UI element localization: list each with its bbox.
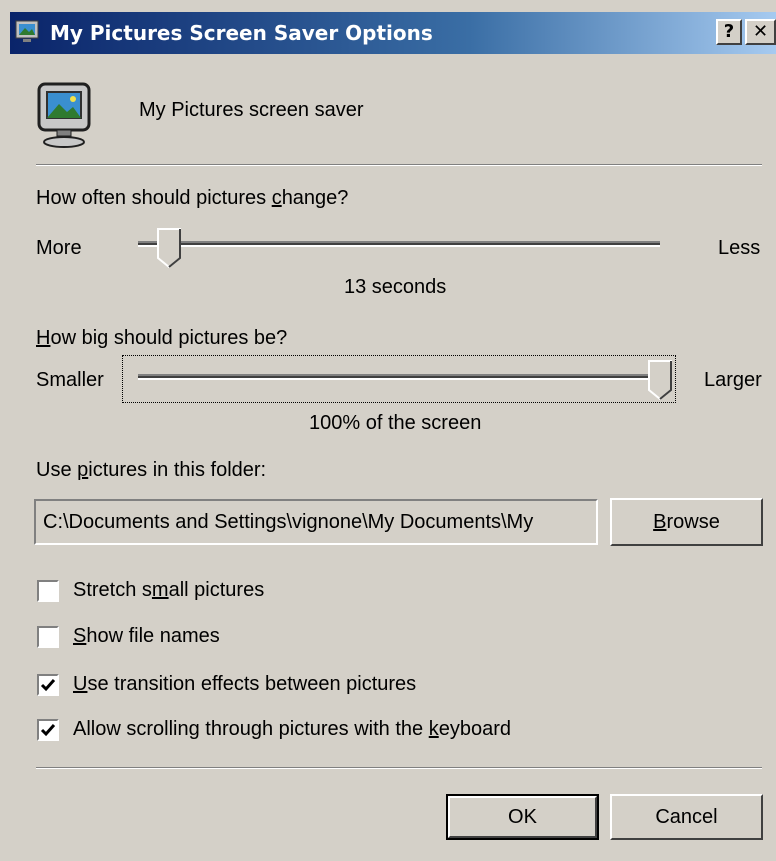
checkmark-icon <box>40 679 56 692</box>
monitor-pictures-icon <box>15 20 39 42</box>
folder-path-field[interactable]: C:\Documents and Settings\vignone\My Doc… <box>34 499 598 545</box>
help-icon: ? <box>723 21 735 42</box>
change-slider-track[interactable] <box>138 241 660 247</box>
ok-button[interactable]: OK <box>446 794 599 840</box>
checkbox[interactable] <box>37 580 59 602</box>
close-button[interactable]: ✕ <box>745 19 776 45</box>
window-title: My Pictures Screen Saver Options <box>50 21 433 45</box>
size-question: How big should pictures be? <box>36 327 288 349</box>
change-slider-thumb[interactable] <box>157 228 182 268</box>
checkbox[interactable] <box>37 719 59 741</box>
screensaver-monitor-icon <box>37 82 91 148</box>
separator <box>36 164 762 166</box>
change-more-label: More <box>36 237 82 259</box>
option-label: Allow scrolling through pictures with th… <box>73 718 512 740</box>
folder-label: Use pictures in this folder: <box>36 459 267 481</box>
size-slider-track[interactable] <box>138 374 660 380</box>
checkbox[interactable] <box>37 626 59 648</box>
title-bar[interactable]: My Pictures Screen Saver Options ? ✕ <box>10 12 776 54</box>
checkbox[interactable] <box>37 674 59 696</box>
option-label: Show file names <box>73 625 220 647</box>
separator <box>36 767 762 769</box>
header-text: My Pictures screen saver <box>139 99 364 121</box>
browse-button[interactable]: Browse <box>610 498 763 546</box>
close-icon: ✕ <box>752 21 769 42</box>
checkmark-icon <box>40 724 56 737</box>
change-less-label: Less <box>718 237 761 259</box>
size-value: 100% of the screen <box>309 412 482 434</box>
change-question: How often should pictures change? <box>36 187 349 209</box>
size-larger-label: Larger <box>704 369 762 391</box>
change-value: 13 seconds <box>344 276 447 298</box>
cancel-button[interactable]: Cancel <box>610 794 763 840</box>
option-label: Stretch small pictures <box>73 579 265 601</box>
size-smaller-label: Smaller <box>36 369 104 391</box>
help-button[interactable]: ? <box>716 19 742 45</box>
option-label: Use transition effects between pictures <box>73 673 417 695</box>
size-slider-thumb[interactable] <box>648 360 672 400</box>
